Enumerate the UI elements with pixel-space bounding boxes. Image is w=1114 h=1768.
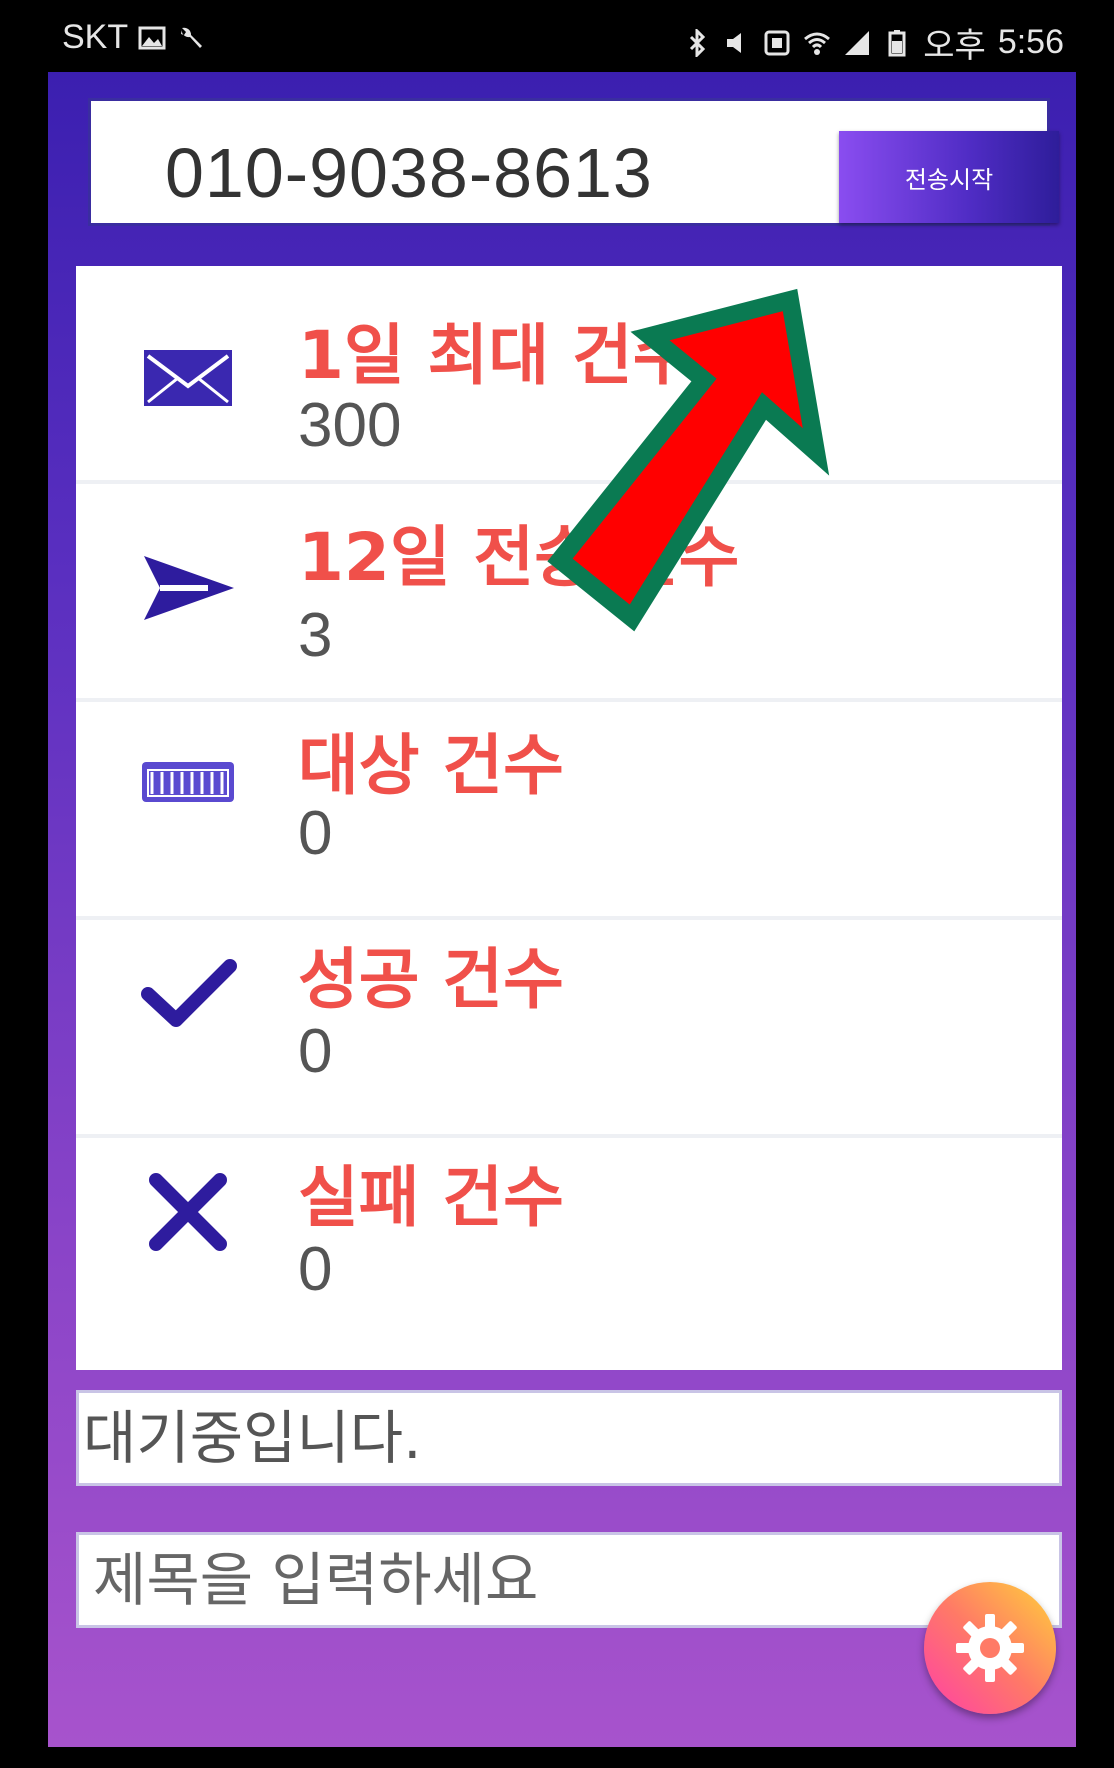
settings-button[interactable] <box>924 1582 1056 1714</box>
clock: 5:56 <box>997 23 1064 61</box>
send-icon <box>144 556 234 620</box>
stat-row-failure: 실패 건수 0 <box>76 1138 1062 1356</box>
phone-number: 010-9038-8613 <box>165 134 653 212</box>
phone-header: 010-9038-8613 전송시작 <box>88 98 1059 226</box>
stat-value: 0 <box>298 799 333 868</box>
stat-value: 0 <box>298 1235 333 1304</box>
bluetooth-icon <box>690 28 706 57</box>
stat-value: 300 <box>298 391 402 460</box>
mute-icon <box>727 32 742 53</box>
stat-row-sent: 12일 전송 건수 3 <box>76 484 1062 702</box>
status-bar-right: 오후 5:56 <box>683 18 1064 67</box>
close-icon <box>149 1173 227 1251</box>
send-start-button[interactable]: 전송시작 <box>839 131 1059 223</box>
stat-row-target: 대상 건수 0 <box>76 702 1062 920</box>
signal-icon <box>845 30 870 55</box>
check-icon <box>141 959 237 1027</box>
stat-value: 0 <box>298 1017 333 1086</box>
wifi-icon <box>804 32 831 55</box>
image-notification-icon <box>138 26 166 49</box>
wrench-icon <box>181 27 203 48</box>
stat-label: 성공 건수 <box>298 941 564 1018</box>
envelope-icon <box>144 350 232 406</box>
status-bar: SKT 오후 5:56 <box>0 0 1114 72</box>
stat-row-daily-max: 1일 최대 건수 300 <box>76 266 1062 484</box>
stat-value: 3 <box>298 601 333 670</box>
subject-input[interactable]: 제목을 입력하세요 <box>76 1532 1062 1628</box>
status-bar-left: SKT <box>62 18 204 57</box>
stat-label: 대상 건수 <box>298 727 564 804</box>
battery-icon <box>888 29 906 56</box>
stats-card: 1일 최대 건수 300 12일 전송 건수 3 대상 건수 0 성공 건수 0… <box>76 266 1062 1370</box>
nfc-icon <box>764 30 790 55</box>
keyboard-icon <box>142 762 234 802</box>
stat-label: 1일 최대 건수 <box>298 317 694 394</box>
stat-label: 12일 전송 건수 <box>298 519 740 596</box>
app-screen: 010-9038-8613 전송시작 1일 최대 건수 300 12일 전송 건… <box>48 72 1076 1747</box>
carrier-label: SKT <box>62 18 129 56</box>
status-message: 대기중입니다. <box>76 1390 1062 1486</box>
stat-label: 실패 건수 <box>298 1159 564 1236</box>
time-prefix: 오후 <box>923 27 986 65</box>
stat-row-success: 성공 건수 0 <box>76 920 1062 1138</box>
gear-icon <box>956 1614 1024 1682</box>
